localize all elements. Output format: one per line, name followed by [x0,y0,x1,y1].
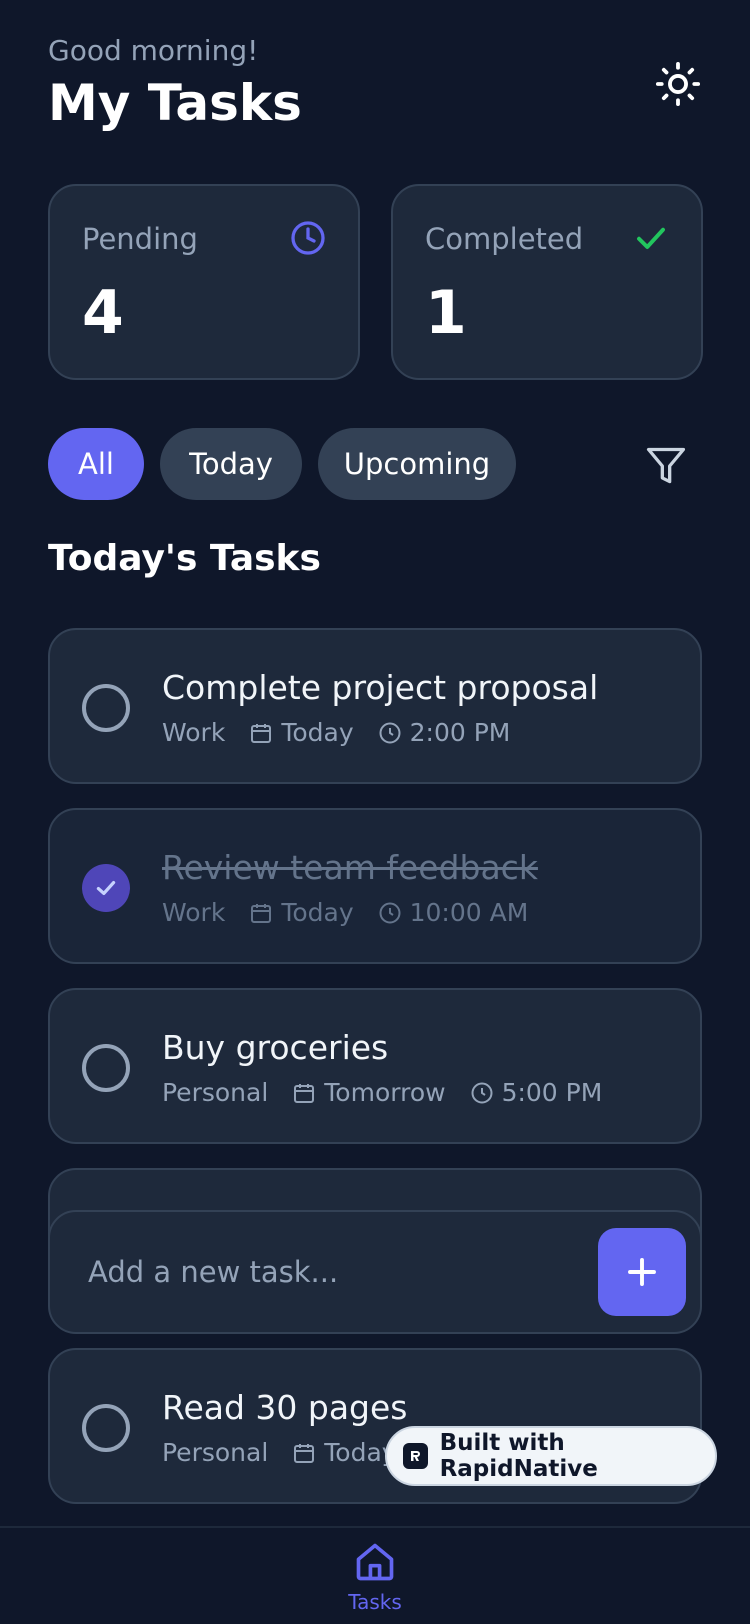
nav-item-tasks[interactable]: Tasks [340,1540,410,1624]
clock-icon [471,1082,493,1103]
badge-text: Built with RapidNative [439,1430,598,1482]
funnel-icon [646,447,686,484]
filter-chip-all[interactable]: All [48,428,144,500]
pending-label: Pending [82,222,198,256]
plus-icon [628,1258,656,1286]
task-meta: Work Today 10:00 AM [162,898,528,927]
section-title: Today's Tasks [48,538,321,579]
completed-label: Completed [425,222,584,256]
filter-chip-upcoming[interactable]: Upcoming [318,428,516,500]
calendar-icon [294,1083,315,1103]
task-checkbox[interactable] [82,864,130,912]
calendar-icon [251,723,272,743]
task-checkbox[interactable] [82,684,130,732]
theme-toggle-button[interactable] [654,60,702,108]
task-date: Today [281,898,354,927]
task-title: Read 30 pages [162,1388,408,1427]
task-time: 5:00 PM [501,1078,603,1107]
home-icon [356,1543,394,1581]
clock-icon [291,221,325,255]
task-meta: Work Today 2:00 PM [162,718,510,747]
greeting-text: Good morning! [48,34,259,67]
task-meta: Personal Tomorrow 5:00 PM [162,1078,602,1107]
rapidnative-logo-icon [403,1443,428,1469]
task-category: Work [162,898,226,927]
completed-stat-card: Completed 1 [391,184,703,380]
add-task-bar [48,1210,702,1334]
task-time: 2:00 PM [409,718,511,747]
task-title: Complete project proposal [162,668,599,707]
check-icon [637,227,665,249]
page-title: My Tasks [48,74,302,132]
task-category: Work [162,718,226,747]
pending-stat-card: Pending 4 [48,184,360,380]
built-with-badge[interactable]: Built with RapidNative [385,1426,717,1486]
task-meta: Personal Today [162,1438,397,1467]
sun-icon [655,61,701,107]
task-card[interactable]: Complete project proposal Work Today 2:0… [48,628,702,784]
filter-chip-today[interactable]: Today [160,428,302,500]
pending-count: 4 [82,278,124,348]
clock-icon [379,902,401,923]
calendar-icon [251,903,272,923]
completed-count: 1 [425,278,467,348]
clock-icon [379,722,401,743]
add-task-button[interactable] [598,1228,686,1316]
task-title: Buy groceries [162,1028,389,1067]
add-task-input[interactable] [88,1246,568,1298]
calendar-icon [294,1443,315,1463]
task-card[interactable]: Buy groceries Personal Tomorrow 5:00 PM [48,988,702,1144]
task-title: Review team feedback [162,848,538,887]
task-category: Personal [162,1078,269,1107]
task-date: Tomorrow [324,1078,446,1107]
filter-button[interactable] [644,444,688,488]
task-checkbox[interactable] [82,1404,130,1452]
task-checkbox[interactable] [82,1044,130,1092]
check-icon [96,880,116,896]
task-card[interactable]: Review team feedback Work Today 10:00 AM [48,808,702,964]
task-time: 10:00 AM [409,898,529,927]
nav-label-tasks: Tasks [348,1590,402,1614]
task-date: Today [281,718,354,747]
task-category: Personal [162,1438,269,1467]
bottom-nav: Tasks [0,1526,750,1624]
